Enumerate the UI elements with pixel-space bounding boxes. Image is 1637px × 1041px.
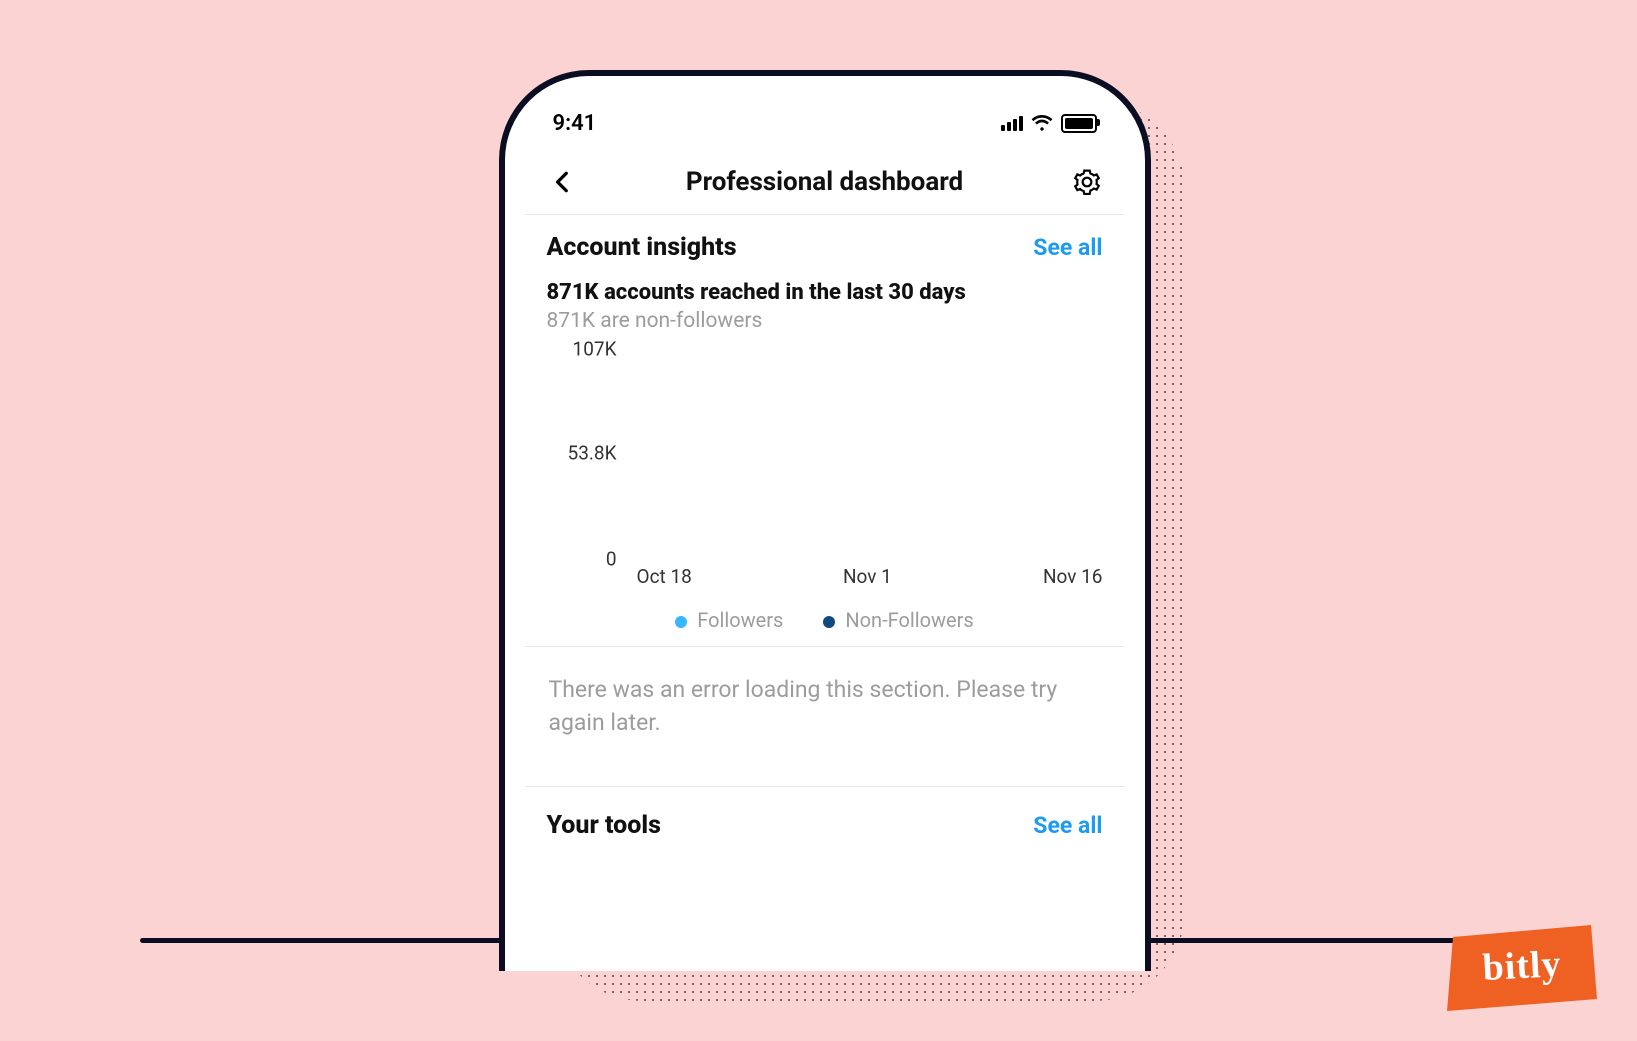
reach-subtext: 871K are non-followers bbox=[547, 309, 1103, 333]
tools-heading: Your tools bbox=[547, 811, 661, 840]
tools-see-all-link[interactable]: See all bbox=[1033, 812, 1102, 839]
section-error-message: There was an error loading this section.… bbox=[525, 646, 1125, 786]
x-tick: Oct 18 bbox=[637, 565, 692, 588]
wifi-icon bbox=[1031, 114, 1053, 132]
legend-followers-label: Followers bbox=[697, 608, 783, 632]
legend-non-followers-label: Non-Followers bbox=[845, 608, 973, 632]
legend-non-followers: Non-Followers bbox=[823, 608, 973, 632]
reach-headline: 871K accounts reached in the last 30 day… bbox=[547, 280, 1103, 305]
brand-badge: bitly bbox=[1447, 921, 1597, 1011]
battery-icon bbox=[1061, 114, 1097, 133]
y-tick: 53.8K bbox=[568, 442, 617, 465]
bar-col bbox=[683, 558, 696, 559]
phone-screen: 9:41 Profe bbox=[525, 96, 1125, 971]
legend-followers: Followers bbox=[675, 608, 783, 632]
chart-y-axis: 107K53.8K0 bbox=[547, 349, 627, 559]
back-button[interactable] bbox=[545, 164, 581, 200]
insights-heading: Account insights bbox=[547, 233, 737, 262]
settings-button[interactable] bbox=[1069, 164, 1105, 200]
legend-swatch-nonfollowers-icon bbox=[823, 616, 835, 628]
y-tick: 0 bbox=[606, 548, 617, 571]
chart-x-axis: Oct 18 Nov 1 Nov 16 bbox=[637, 565, 1103, 588]
insights-see-all-link[interactable]: See all bbox=[1033, 234, 1102, 261]
reach-chart: 107K53.8K0 Oct 18 Nov 1 Nov 16 Followers N… bbox=[547, 349, 1103, 646]
x-tick: Nov 16 bbox=[1043, 565, 1103, 588]
legend-swatch-followers-icon bbox=[675, 616, 687, 628]
chart-bars bbox=[637, 349, 1103, 559]
section-account-insights: Account insights See all 871K accounts r… bbox=[525, 215, 1125, 333]
status-bar: 9:41 bbox=[525, 96, 1125, 150]
chart-legend: Followers Non-Followers bbox=[547, 608, 1103, 632]
phone-frame: 9:41 Profe bbox=[499, 70, 1151, 971]
status-time: 9:41 bbox=[553, 111, 597, 136]
x-tick: Nov 1 bbox=[843, 565, 892, 588]
section-your-tools: Your tools See all bbox=[525, 786, 1125, 840]
y-tick: 107K bbox=[573, 338, 617, 361]
page-title: Professional dashboard bbox=[686, 167, 963, 197]
cellular-icon bbox=[1001, 115, 1023, 131]
nav-header: Professional dashboard bbox=[525, 150, 1125, 215]
brand-badge-text: bitly bbox=[1445, 917, 1600, 1015]
